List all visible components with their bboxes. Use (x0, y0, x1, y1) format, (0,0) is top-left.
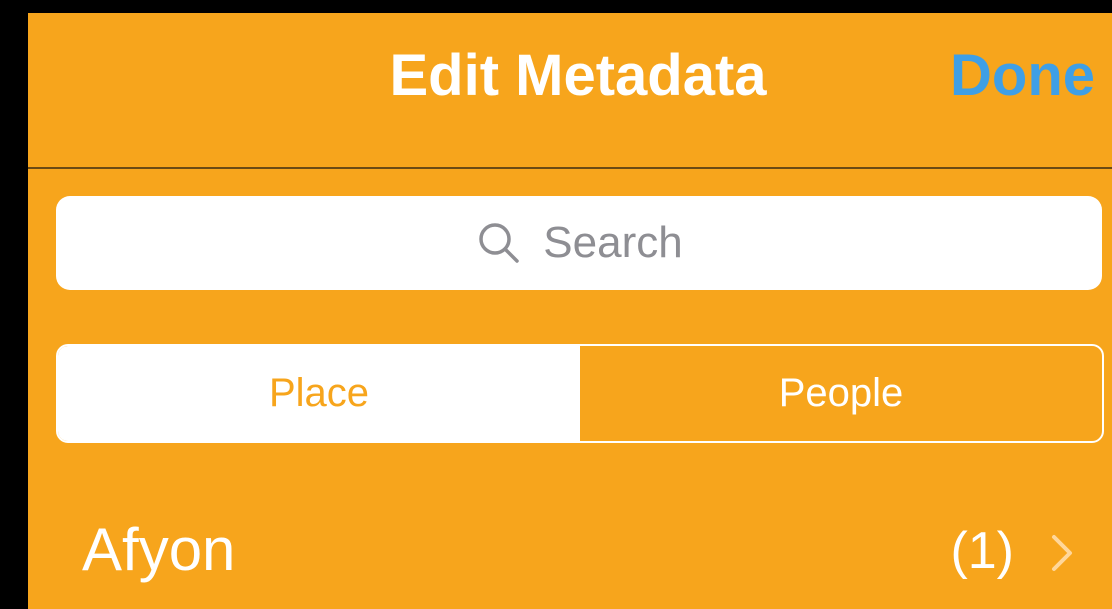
search-icon (479, 223, 520, 263)
list-item-title: Afyon (82, 516, 236, 583)
search-input[interactable]: Search (56, 196, 1102, 290)
list-item-count: (1) (950, 522, 1014, 580)
segment-people[interactable]: People (580, 346, 1102, 441)
done-button[interactable]: Done (950, 41, 1095, 111)
list-item[interactable]: Afyon (1) (28, 495, 1112, 609)
place-people-segmented-control: Place People (56, 344, 1104, 443)
edit-metadata-screen: Edit Metadata Done Search Place People A… (28, 13, 1112, 609)
search-field-content: Search (56, 196, 1102, 290)
segment-place[interactable]: Place (58, 346, 580, 441)
navigation-bar: Edit Metadata Done (28, 13, 1112, 169)
page-title: Edit Metadata (389, 43, 767, 108)
chevron-right-icon (1052, 535, 1072, 571)
search-placeholder: Search (543, 218, 683, 267)
